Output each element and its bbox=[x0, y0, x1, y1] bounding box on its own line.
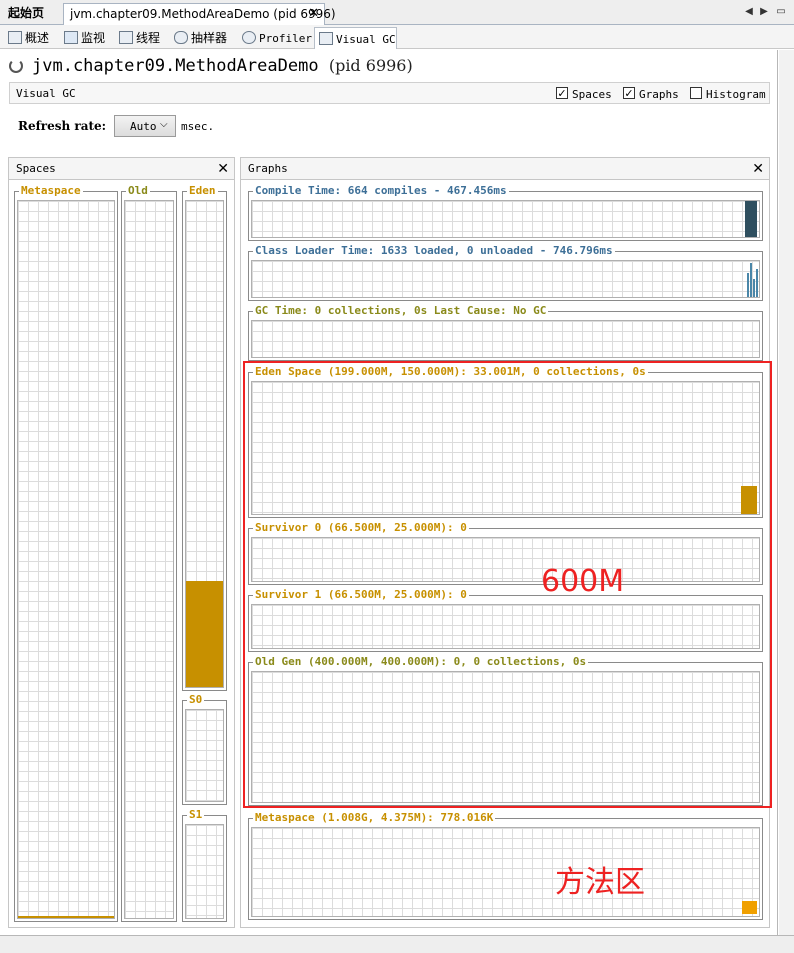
gc-time-graph: GC Time: 0 collections, 0s Last Cause: N… bbox=[248, 304, 763, 361]
spaces-panel-header: Spaces ✕ bbox=[8, 157, 235, 180]
histogram-checkbox-label: Histogram bbox=[706, 88, 766, 101]
heap-size-annotation: 600M bbox=[541, 564, 625, 599]
tab-threads[interactable]: 线程 bbox=[115, 27, 167, 49]
metaspace-graph: Metaspace (1.008G, 4.375M): 778.016K bbox=[248, 811, 763, 920]
tab-profiler-label: Profiler bbox=[259, 32, 312, 45]
metaspace-space-label: Metaspace bbox=[19, 184, 83, 197]
refresh-unit: msec. bbox=[181, 120, 215, 133]
document-tab-bar: 起始页 jvm.chapter09.MethodAreaDemo (pid 69… bbox=[0, 0, 794, 25]
class-loader-grid bbox=[251, 260, 760, 298]
tab-start-page[interactable]: 起始页 bbox=[2, 3, 60, 25]
compile-time-grid bbox=[251, 200, 760, 238]
restore-window-icon[interactable]: ▭ bbox=[775, 6, 787, 18]
s1-space: S1 bbox=[182, 808, 227, 922]
tab-threads-label: 线程 bbox=[136, 31, 161, 45]
class-loader-spike bbox=[753, 279, 755, 297]
graphs-checkbox-label: Graphs bbox=[639, 88, 679, 101]
gc-time-label: GC Time: 0 collections, 0s Last Cause: N… bbox=[253, 304, 549, 317]
eden-space-label: Eden bbox=[187, 184, 218, 197]
graphs-checkbox[interactable]: ✓ bbox=[623, 87, 635, 99]
old-space: Old bbox=[121, 184, 177, 922]
visual-gc-label: Visual GC bbox=[16, 87, 76, 100]
old-space-grid bbox=[124, 200, 174, 919]
threads-icon bbox=[119, 31, 133, 44]
app-name: jvm.chapter09.MethodAreaDemo bbox=[32, 56, 319, 76]
compile-time-bar bbox=[745, 201, 757, 237]
tab-methodareademo-label: jvm.chapter09.MethodAreaDemo (pid 6996) bbox=[70, 7, 336, 21]
compile-time-label: Compile Time: 664 compiles - 467.456ms bbox=[253, 184, 509, 197]
page-title: jvm.chapter09.MethodAreaDemo (pid 6996) bbox=[32, 56, 413, 76]
app-pid: (pid 6996) bbox=[328, 56, 413, 75]
old-space-label: Old bbox=[126, 184, 150, 197]
refresh-rate-dropdown[interactable]: Auto ⌵ bbox=[114, 115, 176, 137]
metaspace-graph-bar bbox=[742, 901, 757, 914]
s0-space: S0 bbox=[182, 693, 227, 805]
close-graphs-icon[interactable]: ✕ bbox=[752, 158, 764, 180]
tab-overview[interactable]: 概述 bbox=[4, 27, 56, 49]
view-tab-bar: 概述 监视 线程 抽样器 Profiler Visual GC bbox=[0, 25, 794, 49]
profiler-icon bbox=[242, 31, 256, 44]
gc-time-grid bbox=[251, 320, 760, 358]
status-bar bbox=[0, 935, 794, 953]
graphs-panel-header: Graphs ✕ bbox=[240, 157, 770, 180]
eden-space: Eden bbox=[182, 184, 227, 691]
tab-methodareademo[interactable]: jvm.chapter09.MethodAreaDemo (pid 6996) … bbox=[63, 3, 336, 25]
class-loader-spike bbox=[747, 273, 749, 297]
class-loader-label: Class Loader Time: 1633 loaded, 0 unload… bbox=[253, 244, 615, 257]
spaces-checkbox-label: Spaces bbox=[572, 88, 612, 101]
visual-gc-icon bbox=[319, 32, 333, 45]
spaces-checkbox[interactable]: ✓ bbox=[556, 87, 568, 99]
refresh-rate-label: Refresh rate: bbox=[18, 119, 107, 133]
close-tab-icon[interactable]: ✕ bbox=[308, 4, 319, 24]
heap-highlight-box bbox=[243, 361, 772, 808]
class-loader-spike bbox=[756, 269, 758, 297]
s0-space-label: S0 bbox=[187, 693, 205, 706]
metaspace-space: Metaspace bbox=[14, 184, 118, 922]
tab-monitor[interactable]: 监视 bbox=[60, 27, 112, 49]
class-loader-spike bbox=[750, 263, 752, 297]
tab-sampler-label: 抽样器 bbox=[191, 31, 228, 45]
tab-sampler[interactable]: 抽样器 bbox=[170, 27, 234, 49]
class-loader-graph: Class Loader Time: 1633 loaded, 0 unload… bbox=[248, 244, 763, 301]
overview-icon bbox=[8, 31, 22, 44]
scroll-tabs-right-icon[interactable]: ▶ bbox=[758, 6, 770, 18]
metaspace-usage-bar bbox=[18, 916, 114, 918]
compile-time-graph: Compile Time: 664 compiles - 467.456ms bbox=[248, 184, 763, 241]
loading-spinner-icon bbox=[9, 59, 23, 73]
metaspace-graph-label: Metaspace (1.008G, 4.375M): 778.016K bbox=[253, 811, 496, 824]
eden-space-grid bbox=[185, 200, 224, 688]
chevron-down-icon: ⌵ bbox=[160, 119, 168, 130]
histogram-checkbox[interactable] bbox=[690, 87, 702, 99]
metaspace-space-grid bbox=[17, 200, 115, 919]
s0-space-grid bbox=[185, 709, 224, 802]
visual-gc-options-bar: Visual GC ✓ Spaces ✓ Graphs Histogram bbox=[9, 82, 770, 104]
s1-space-label: S1 bbox=[187, 808, 205, 821]
tab-visual-gc-label: Visual GC bbox=[336, 33, 396, 46]
monitor-icon bbox=[64, 31, 78, 44]
refresh-rate-value: Auto bbox=[130, 120, 157, 133]
spaces-panel-title: Spaces bbox=[16, 162, 56, 175]
tab-profiler[interactable]: Profiler bbox=[238, 27, 312, 49]
s1-space-grid bbox=[185, 824, 224, 919]
tab-overview-label: 概述 bbox=[25, 31, 50, 45]
scroll-tabs-left-icon[interactable]: ◀ bbox=[743, 6, 755, 18]
metaspace-graph-grid bbox=[251, 827, 760, 917]
close-spaces-icon[interactable]: ✕ bbox=[217, 158, 229, 180]
eden-usage-bar bbox=[186, 581, 223, 687]
method-area-annotation: 方法区 bbox=[555, 865, 645, 900]
graphs-panel-title: Graphs bbox=[248, 162, 288, 175]
tab-visual-gc[interactable]: Visual GC bbox=[314, 27, 397, 49]
vertical-scrollbar[interactable] bbox=[779, 50, 794, 935]
sampler-icon bbox=[174, 31, 188, 44]
tab-monitor-label: 监视 bbox=[81, 31, 106, 45]
